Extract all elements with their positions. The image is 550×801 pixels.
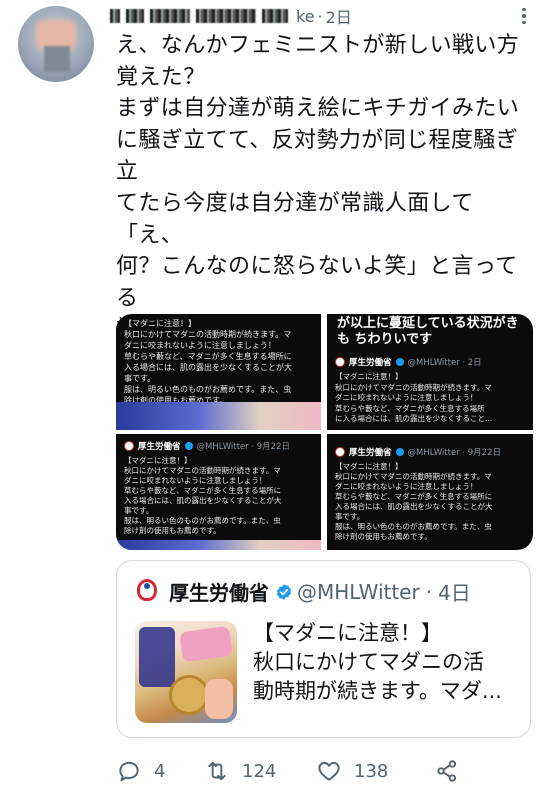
reply-count: 4 — [154, 760, 166, 782]
media-3-header: 厚生労働省 @MHLWitter · 9月22日 — [116, 434, 321, 452]
quoted-tweet-header: 厚生労働省 @MHLWitter · 4日 — [135, 577, 471, 606]
quoted-author-name[interactable]: 厚生労働省 — [169, 577, 269, 606]
mhlw-logo-icon — [335, 357, 345, 367]
censored-handle[interactable] — [262, 9, 288, 23]
heart-icon — [318, 761, 340, 781]
media-3-text: 【マダニに注意！】 秋口にかけてマダニの活動時期が続きます。マ ダニに咬まれない… — [124, 456, 282, 535]
header-separator: · — [317, 6, 323, 26]
like-button[interactable]: 138 — [316, 758, 434, 784]
retweet-button[interactable]: 124 — [204, 758, 316, 784]
quoted-timestamp[interactable]: 4日 — [438, 577, 471, 606]
media-4-name: 厚生労働省 — [349, 448, 392, 458]
media-2-handle: @MHLWitter · 2日 — [407, 358, 482, 368]
media-1-text: 【マダニに注意！】 秋口にかけてマダニの活動時期が続きます。マ ダニに咬まれない… — [124, 319, 292, 405]
media-2-caption: が以上に蔓延している状況がきも ちわりいです — [337, 316, 519, 347]
verified-badge-icon — [395, 358, 404, 366]
quoted-author-handle[interactable]: @MHLWitter — [297, 580, 420, 604]
media-1-illustration — [116, 402, 321, 430]
mhlw-logo-icon — [124, 441, 134, 451]
retweet-count: 124 — [242, 760, 277, 782]
tweet-header: ke · 2日 — [110, 4, 530, 28]
censored-name[interactable] — [126, 9, 144, 23]
media-image-1[interactable]: 【マダニに注意！】 秋口にかけてマダニの活動時期が続きます。マ ダニに咬まれない… — [116, 314, 321, 430]
censored-name[interactable] — [150, 9, 190, 23]
share-button[interactable] — [434, 758, 472, 784]
censored-handle[interactable] — [196, 9, 256, 23]
reply-icon — [119, 761, 139, 782]
media-image-2[interactable]: が以上に蔓延している状況がきも ちわりいです 厚生労働省 @MHLWitter … — [327, 314, 533, 430]
handle-visible-tail[interactable]: ke — [296, 7, 315, 26]
quoted-separator: · — [425, 579, 433, 604]
media-3-illustration — [116, 540, 321, 550]
quoted-tweet-text: 【マダニに注意！】 秋口にかけてマダニの活 動時期が続きます。マダ... — [253, 621, 502, 703]
verified-badge-icon — [276, 583, 292, 600]
tweet-timestamp[interactable]: 2日 — [326, 4, 352, 28]
media-grid[interactable]: 【マダニに注意！】 秋口にかけてマダニの活動時期が続きます。マ ダニに咬まれない… — [116, 314, 533, 550]
mhlw-logo-icon — [335, 447, 345, 457]
media-4-handle: @MHLWitter · 9月22日 — [407, 448, 501, 458]
media-image-4[interactable]: 厚生労働省 @MHLWitter · 9月22日 【マダニに注意！】 秋口にかけ… — [327, 434, 533, 550]
tweet-action-bar: 4 124 138 — [116, 756, 536, 786]
quoted-media-thumbnail[interactable] — [135, 621, 237, 723]
more-options-icon[interactable] — [512, 8, 536, 24]
reply-button[interactable]: 4 — [116, 758, 204, 784]
like-count: 138 — [354, 760, 389, 782]
retweet-icon — [208, 761, 226, 781]
media-4-text: 【マダニに注意！】 秋口にかけてマダニの活動時期が続きます。マ ダニに咬まれない… — [335, 462, 493, 541]
quoted-tweet[interactable]: 厚生労働省 @MHLWitter · 4日 【マダニに注意！】 秋口にかけてマダ… — [116, 560, 531, 738]
media-3-handle: @MHLWitter · 9月22日 — [196, 442, 290, 452]
media-2-name: 厚生労働省 — [349, 358, 392, 368]
verified-badge-icon — [395, 448, 404, 456]
author-avatar[interactable] — [18, 6, 94, 82]
media-2-header: 厚生労働省 @MHLWitter · 2日 — [327, 350, 533, 368]
media-3-name: 厚生労働省 — [138, 442, 181, 452]
verified-badge-icon — [184, 442, 193, 450]
media-4-header: 厚生労働省 @MHLWitter · 9月22日 — [327, 434, 533, 458]
media-2-text: 【マダニに注意！】 秋口にかけてマダニの活動時期が続きます。マ ダニに咬まれない… — [335, 372, 493, 423]
media-image-3[interactable]: 厚生労働省 @MHLWitter · 9月22日 【マダニに注意！】 秋口にかけ… — [116, 434, 321, 550]
avatar-pixelation-lower — [44, 46, 70, 72]
mhlw-logo-icon — [135, 578, 161, 605]
share-icon — [437, 760, 457, 782]
censored-name[interactable] — [110, 9, 120, 23]
